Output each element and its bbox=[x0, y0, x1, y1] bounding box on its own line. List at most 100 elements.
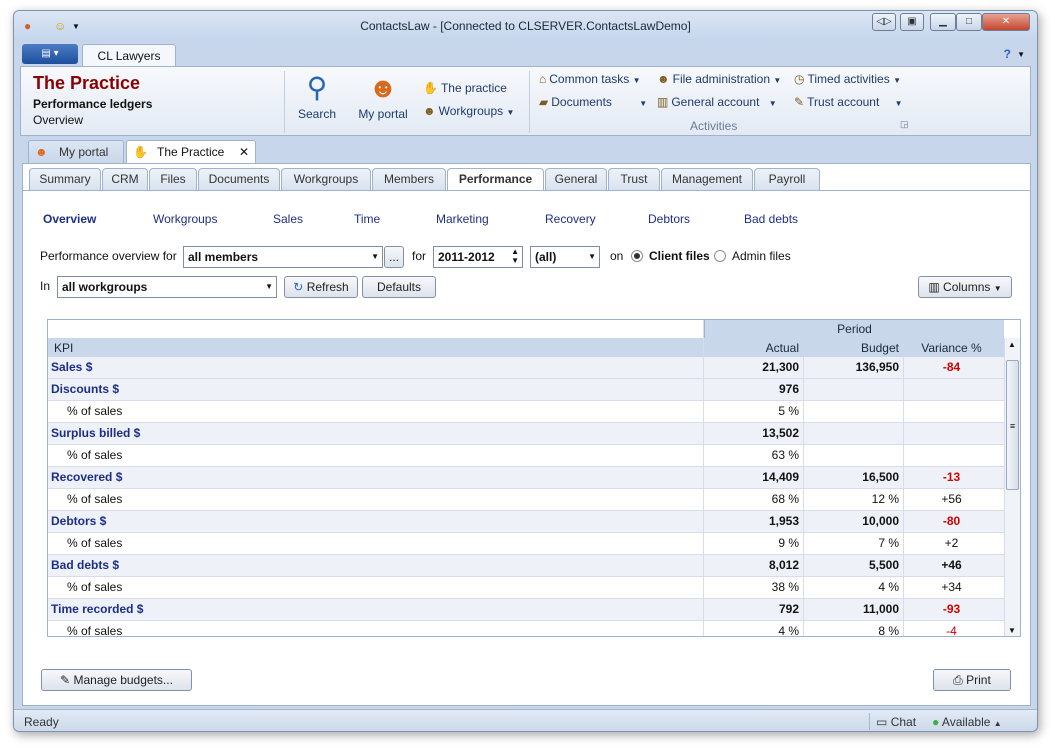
minimize-button[interactable]: ▁ bbox=[930, 13, 956, 31]
tab-workgroups[interactable]: Workgroups bbox=[281, 168, 371, 190]
doc-tab-label: The Practice bbox=[157, 145, 225, 159]
manage-budgets-label: Manage budgets... bbox=[73, 673, 173, 687]
subnav-workgroups[interactable]: Workgroups bbox=[153, 212, 217, 226]
workgroups-button[interactable]: ☻ Workgroups ▼ bbox=[423, 104, 514, 118]
search-label: Search bbox=[297, 107, 337, 121]
kpi-header[interactable]: KPI bbox=[54, 341, 73, 355]
subnav-bad-debts[interactable]: Bad debts bbox=[744, 212, 798, 226]
budget-header[interactable]: Budget bbox=[804, 341, 899, 355]
tab-documents[interactable]: Documents bbox=[198, 168, 280, 190]
my-portal-button[interactable]: ☻ My portal bbox=[351, 71, 415, 121]
presence-label: Available bbox=[941, 715, 991, 729]
tab-files[interactable]: Files bbox=[149, 168, 197, 190]
table-row[interactable]: Recovered $ 14,409 16,500 -13 bbox=[48, 467, 1005, 489]
page-title: The Practice bbox=[33, 73, 141, 93]
tab-management[interactable]: Management bbox=[661, 168, 753, 190]
defaults-button[interactable]: Defaults bbox=[362, 276, 436, 298]
trust-account-button[interactable]: ✎ Trust account ▼ bbox=[794, 95, 903, 109]
year-spinner[interactable]: 2011-2012 ▲ ▼ bbox=[433, 246, 523, 268]
member-browse-button[interactable]: ... bbox=[384, 246, 404, 268]
table-row[interactable]: % of sales 38 % 4 % +34 bbox=[48, 577, 1005, 599]
variance-header[interactable]: Variance % bbox=[904, 341, 999, 355]
chat-button[interactable]: ▭ Chat bbox=[876, 715, 916, 729]
column-divider bbox=[803, 357, 804, 636]
admin-files-radio[interactable] bbox=[714, 250, 726, 262]
manage-budgets-button[interactable]: ✎ Manage budgets... bbox=[41, 669, 192, 691]
tab-summary[interactable]: Summary bbox=[29, 168, 101, 190]
vertical-scrollbar[interactable]: ▲ ≡ ▼ bbox=[1004, 338, 1020, 636]
presence-button[interactable]: ● Available ▲ bbox=[932, 715, 1002, 729]
budget-cell: 10,000 bbox=[862, 514, 899, 528]
doc-tab-the-practice[interactable]: ✋ The Practice ✕ bbox=[126, 140, 256, 164]
refresh-button[interactable]: ↻ Refresh bbox=[284, 276, 358, 298]
print-button[interactable]: ⎙ Print bbox=[933, 669, 1011, 691]
table-row[interactable]: Debtors $ 1,953 10,000 -80 bbox=[48, 511, 1005, 533]
admin-files-label[interactable]: Admin files bbox=[732, 249, 791, 263]
help-icon[interactable]: ? bbox=[1004, 47, 1011, 61]
maximize-button[interactable]: □ bbox=[956, 13, 982, 31]
table-row[interactable]: Surplus billed $ 13,502 bbox=[48, 423, 1005, 445]
kpi-grid: Period KPI Actual Budget Variance % Sale… bbox=[47, 319, 1021, 637]
table-row[interactable]: % of sales 4 % 8 % -4 bbox=[48, 621, 1005, 637]
ribbon-tab-cl-lawyers[interactable]: CL Lawyers bbox=[82, 44, 176, 67]
actual-cell: 4 % bbox=[778, 624, 799, 637]
tab-general[interactable]: General bbox=[545, 168, 607, 190]
timed-activities-label: Timed activities bbox=[807, 72, 890, 86]
table-row[interactable]: % of sales 5 % bbox=[48, 401, 1005, 423]
subnav-recovery[interactable]: Recovery bbox=[545, 212, 596, 226]
close-tab-icon[interactable]: ✕ bbox=[239, 141, 249, 163]
doc-tab-my-portal[interactable]: ☻ My portal bbox=[28, 140, 124, 164]
tab-performance[interactable]: Performance bbox=[447, 168, 544, 191]
trust-account-label: Trust account bbox=[807, 95, 880, 109]
in-label: In bbox=[40, 279, 51, 293]
actual-header[interactable]: Actual bbox=[704, 341, 799, 355]
header-spacer bbox=[48, 320, 703, 338]
tab-crm[interactable]: CRM bbox=[102, 168, 148, 190]
subnav-marketing[interactable]: Marketing bbox=[436, 212, 489, 226]
subnav-sales[interactable]: Sales bbox=[273, 212, 303, 226]
kpi-cell: Bad debts $ bbox=[51, 558, 120, 572]
documents-button[interactable]: ▰ Documents ▼ bbox=[539, 95, 647, 109]
workgroups-icon: ☻ bbox=[423, 104, 436, 118]
workgroup-select[interactable]: all workgroups ▼ bbox=[57, 276, 277, 298]
spinner-arrows-icon[interactable]: ▲ ▼ bbox=[511, 247, 519, 265]
table-row[interactable]: Time recorded $ 792 11,000 -93 bbox=[48, 599, 1005, 621]
budget-cell: 4 % bbox=[878, 580, 899, 594]
subnav-overview[interactable]: Overview bbox=[43, 212, 96, 226]
table-row[interactable]: % of sales 68 % 12 % +56 bbox=[48, 489, 1005, 511]
timed-activities-button[interactable]: ◷ Timed activities ▼ bbox=[794, 72, 901, 86]
subnav-debtors[interactable]: Debtors bbox=[648, 212, 690, 226]
table-row[interactable]: % of sales 63 % bbox=[48, 445, 1005, 467]
application-menu-button[interactable]: ▤ ▾ bbox=[22, 44, 78, 64]
columns-button[interactable]: ▥ Columns ▼ bbox=[918, 276, 1012, 298]
chevron-down-icon: ▼ bbox=[768, 99, 777, 108]
the-practice-button[interactable]: ✋ The practice bbox=[423, 81, 507, 95]
restore-layout-button[interactable]: ▣ bbox=[900, 13, 924, 31]
general-account-button[interactable]: ▥ General account ▼ bbox=[657, 95, 777, 109]
page-subtitle: Performance ledgers bbox=[33, 97, 153, 111]
client-files-label[interactable]: Client files bbox=[649, 249, 710, 263]
nav-toggle-button[interactable]: ◁▷ bbox=[872, 13, 896, 31]
scroll-thumb[interactable]: ≡ bbox=[1006, 360, 1019, 490]
dialog-launcher-icon[interactable]: ◲ bbox=[900, 119, 909, 130]
kpi-cell: % of sales bbox=[67, 404, 123, 418]
table-row[interactable]: % of sales 9 % 7 % +2 bbox=[48, 533, 1005, 555]
common-tasks-button[interactable]: ⌂ Common tasks ▼ bbox=[539, 72, 641, 86]
variance-cell bbox=[904, 379, 999, 400]
close-button[interactable]: ✕ bbox=[982, 13, 1030, 31]
tab-payroll[interactable]: Payroll bbox=[754, 168, 820, 190]
scroll-up-icon[interactable]: ▲ bbox=[1008, 340, 1016, 349]
ribbon-options-icon[interactable]: ▼ bbox=[1017, 50, 1025, 59]
tab-trust[interactable]: Trust bbox=[608, 168, 660, 190]
search-button[interactable]: ⚲ Search bbox=[294, 71, 340, 121]
table-row[interactable]: Discounts $ 976 bbox=[48, 379, 1005, 401]
table-row[interactable]: Sales $ 21,300 136,950 -84 bbox=[48, 357, 1005, 379]
tab-members[interactable]: Members bbox=[372, 168, 446, 190]
subnav-time[interactable]: Time bbox=[354, 212, 380, 226]
scroll-down-icon[interactable]: ▼ bbox=[1008, 626, 1016, 635]
client-files-radio[interactable] bbox=[631, 250, 643, 262]
period-select[interactable]: (all) ▼ bbox=[530, 246, 600, 268]
member-select[interactable]: all members ▼ bbox=[183, 246, 383, 268]
table-row[interactable]: Bad debts $ 8,012 5,500 +46 bbox=[48, 555, 1005, 577]
file-administration-button[interactable]: ☻ File administration ▼ bbox=[657, 72, 781, 86]
